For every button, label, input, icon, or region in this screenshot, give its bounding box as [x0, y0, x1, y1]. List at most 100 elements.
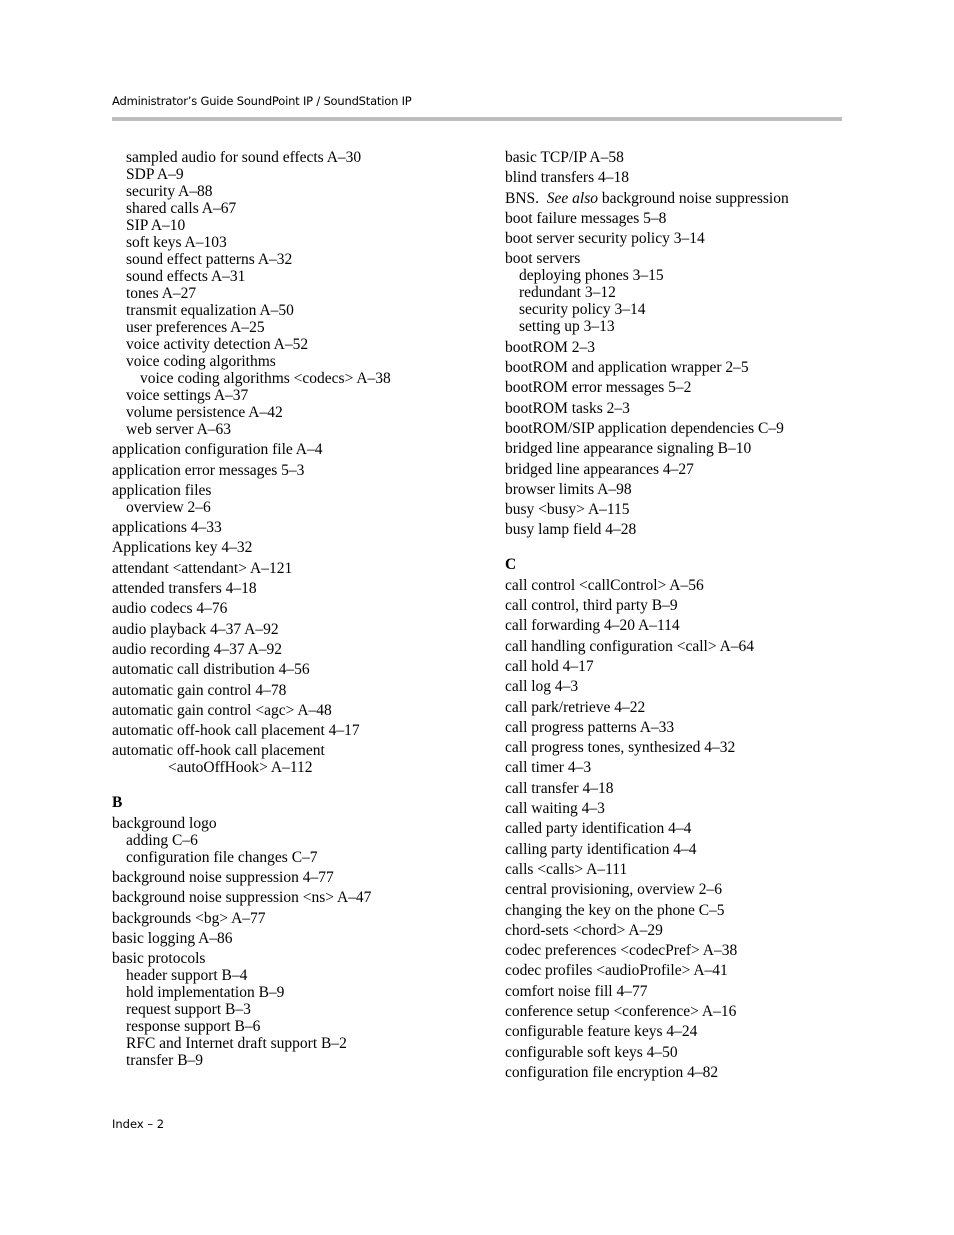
- page-folio: Index – 2: [112, 1117, 165, 1131]
- see-also-target: background noise suppression: [601, 189, 789, 207]
- index-entry: configurable feature keys 4–24: [505, 1023, 698, 1041]
- index-entry: automatic gain control <agc> A–48: [112, 701, 332, 719]
- header-rule: [112, 117, 842, 121]
- index-entry: browser limits A–98: [505, 480, 632, 498]
- index-subentry: web server A–63: [126, 421, 232, 438]
- index-entry: configuration file encryption 4–82: [505, 1063, 719, 1081]
- index-entry: configurable soft keys 4–50: [505, 1043, 678, 1061]
- index-entry: call progress patterns A–33: [505, 718, 675, 736]
- index-entry: application error messages 5–3: [112, 461, 305, 479]
- index-entry: codec preferences <codecPref> A–38: [505, 942, 738, 960]
- index-entry: central provisioning, overview 2–6: [505, 881, 722, 899]
- index-entry: attendant <attendant> A–121: [112, 559, 293, 577]
- index-entry: call hold 4–17: [505, 657, 594, 675]
- index-subentry: deploying phones 3–15: [519, 267, 664, 285]
- index-subentry: response support B–6: [126, 1018, 261, 1036]
- index-entry: automatic off-hook call placement: [112, 742, 325, 760]
- index-subentry: RFC and Internet draft support B–2: [126, 1035, 347, 1053]
- index-entry: applications 4–33: [112, 519, 222, 537]
- index-entry: blind transfers 4–18: [505, 169, 629, 187]
- index-entry: called party identification 4–4: [505, 820, 692, 838]
- index-entry: call transfer 4–18: [505, 779, 614, 797]
- index-entry: Applications key 4–32: [112, 539, 253, 557]
- index-entry: application files: [112, 481, 212, 499]
- index-subentry: voice settings A–37: [126, 387, 249, 404]
- index-entry: call progress tones, synthesized 4–32: [505, 739, 736, 757]
- see-also-term: BNS.: [505, 189, 540, 207]
- index-subentry: SIP A–10: [126, 217, 186, 234]
- index-entry: busy lamp field 4–28: [505, 521, 637, 539]
- index-entry: basic logging A–86: [112, 929, 233, 947]
- index-subentry: sound effect patterns A–32: [126, 251, 293, 268]
- index-entry: call forwarding 4–20 A–114: [505, 617, 680, 635]
- index-entry: calling party identification 4–4: [505, 840, 697, 858]
- index-subentry: header support B–4: [126, 967, 248, 985]
- index-entry: boot servers: [505, 250, 581, 268]
- index-entry: audio playback 4–37 A–92: [112, 620, 279, 638]
- index-entry: automatic call distribution 4–56: [112, 661, 310, 679]
- index-subentry: tones A–27: [126, 285, 197, 302]
- index-entry: comfort noise fill 4–77: [505, 982, 648, 1000]
- index-subentry: user preferences A–25: [126, 319, 265, 336]
- index-subentry: configuration file changes C–7: [126, 848, 318, 866]
- index-entry-continuation: <autoOffHook> A–112: [168, 759, 313, 777]
- index-entry: background noise suppression <ns> A–47: [112, 889, 372, 907]
- index-entry: audio recording 4–37 A–92: [112, 640, 283, 658]
- index-subentry: SDP A–9: [126, 166, 184, 183]
- index-entry: application configuration file A–4: [112, 441, 323, 459]
- index-subentry: sound effects A–31: [126, 268, 246, 285]
- index-subentry: overview 2–6: [126, 498, 211, 516]
- index-subentry: volume persistence A–42: [126, 404, 283, 421]
- see-also-label: See also: [546, 189, 599, 207]
- index-entry: busy <busy> A–115: [505, 501, 630, 519]
- index-entry: call handling configuration <call> A–64: [505, 637, 755, 655]
- index-entry: basic TCP/IP A–58: [505, 149, 624, 166]
- index-subsubentry: voice coding algorithms <codecs> A–38: [140, 370, 391, 387]
- running-header: Administrator’s Guide SoundPoint IP / So…: [112, 94, 412, 108]
- index-subentry: voice coding algorithms: [126, 353, 276, 370]
- index-subentry: shared calls A–67: [126, 200, 237, 217]
- index-entry: automatic gain control 4–78: [112, 681, 287, 699]
- index-entry: backgrounds <bg> A–77: [112, 909, 266, 927]
- index-subentry: hold implementation B–9: [126, 984, 285, 1002]
- index-subentry: voice activity detection A–52: [126, 336, 309, 353]
- index-entry: bridged line appearance signaling B–10: [505, 440, 752, 458]
- index-entry: background logo: [112, 814, 217, 832]
- index-entry: bootROM/SIP application dependencies C–9: [505, 419, 784, 437]
- index-subentry: transfer B–9: [126, 1052, 204, 1070]
- index-entry: call park/retrieve 4–22: [505, 698, 646, 716]
- index-subentry: adding C–6: [126, 831, 198, 849]
- index-entry: bootROM 2–3: [505, 338, 595, 356]
- index-subentry: redundant 3–12: [519, 284, 616, 302]
- index-subentry: request support B–3: [126, 1001, 251, 1019]
- index-entry-see-also: BNS. See also background noise suppressi…: [505, 190, 845, 207]
- index-subentry: setting up 3–13: [519, 318, 615, 336]
- index-column-right: basic TCP/IP A–58 blind transfers 4–18 B…: [505, 149, 845, 1081]
- index-entry: calls <calls> A–111: [505, 860, 628, 878]
- index-column-left: sampled audio for sound effects A–30 SDP…: [112, 149, 482, 1069]
- index-entry: call timer 4–3: [505, 759, 592, 777]
- index-entry: boot failure messages 5–8: [505, 209, 667, 227]
- index-entry: audio codecs 4–76: [112, 600, 228, 618]
- index-entry: basic protocols: [112, 950, 206, 968]
- section-letter-b: B: [112, 794, 123, 812]
- index-entry: bootROM error messages 5–2: [505, 379, 692, 397]
- index-entry: bootROM and application wrapper 2–5: [505, 359, 749, 377]
- index-entry: codec profiles <audioProfile> A–41: [505, 962, 728, 980]
- index-subentry: transmit equalization A–50: [126, 302, 294, 319]
- index-entry: conference setup <conference> A–16: [505, 1002, 737, 1020]
- index-entry: boot server security policy 3–14: [505, 230, 705, 248]
- index-entry: bootROM tasks 2–3: [505, 399, 630, 417]
- index-entry: call log 4–3: [505, 678, 579, 696]
- index-subentry: security A–88: [126, 183, 213, 200]
- index-entry: chord-sets <chord> A–29: [505, 921, 663, 939]
- index-entry: automatic off-hook call placement 4–17: [112, 722, 360, 740]
- index-entry: changing the key on the phone C–5: [505, 901, 725, 919]
- index-entry: background noise suppression 4–77: [112, 869, 334, 887]
- index-entry: bridged line appearances 4–27: [505, 460, 694, 478]
- index-subentry: sampled audio for sound effects A–30: [126, 149, 362, 166]
- index-entry: attended transfers 4–18: [112, 580, 257, 598]
- index-subentry: soft keys A–103: [126, 234, 227, 251]
- index-entry: call control, third party B–9: [505, 597, 678, 615]
- section-letter-c: C: [505, 556, 517, 574]
